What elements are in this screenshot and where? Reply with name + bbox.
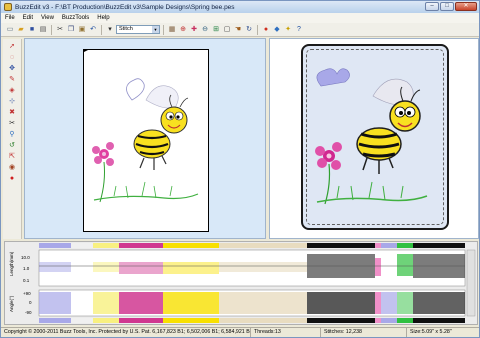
- grass-blades: [113, 181, 173, 199]
- stitch-select-value: Stitch: [119, 26, 133, 32]
- status-stitches: Stitches: 12,238: [321, 328, 407, 337]
- select-arrow-icon[interactable]: ➚: [6, 41, 18, 51]
- thread-color-bar-bottom[interactable]: [39, 318, 465, 323]
- stitch-edit-pane[interactable]: [24, 38, 266, 239]
- stitch-type-select[interactable]: Stitch ▼: [116, 25, 160, 34]
- grass-blades: [336, 181, 404, 201]
- color-icon[interactable]: ●: [261, 25, 271, 35]
- print-icon[interactable]: ▤: [38, 25, 48, 35]
- main-toolbar: ▭ ▰ ■ ▤ ✂ ❐ ▣ ↶ ▾ Stitch ▼ ▦ ⊕ ✚ ⊖ ⊞ ▢ ☚…: [1, 23, 479, 37]
- maximize-button[interactable]: □: [440, 2, 454, 11]
- title-bar: BuzzEdit v3 - F:\BT Production\BuzzEdit …: [1, 1, 479, 13]
- stitch-graph-svg: Length(mm) 10.0 1.0 0.1 Angle(°) +90 0 -…: [9, 243, 476, 323]
- minimize-button[interactable]: –: [425, 2, 439, 11]
- toolbar-separator: [257, 24, 258, 35]
- scale-icon[interactable]: ⇱: [6, 151, 18, 161]
- pan-icon[interactable]: ✚: [189, 25, 199, 35]
- angle-data-bands: [39, 292, 465, 314]
- pink-flower: [315, 142, 342, 170]
- node-icon[interactable]: ◈: [6, 85, 18, 95]
- rotate-icon[interactable]: ↺: [6, 140, 18, 150]
- color-dot-icon[interactable]: ●: [6, 173, 18, 183]
- design-stitch-view: [82, 46, 199, 203]
- window-title: BuzzEdit v3 - F:\BT Production\BuzzEdit …: [15, 3, 235, 11]
- menu-help[interactable]: Help: [97, 15, 109, 21]
- flower-stem: [99, 161, 105, 203]
- design-hoop-outline[interactable]: [82, 46, 209, 232]
- fit-icon[interactable]: ⊞: [211, 25, 221, 35]
- trim-icon[interactable]: ✂: [6, 118, 18, 128]
- insert-icon[interactable]: ⊹: [6, 96, 18, 106]
- status-bar: Copyright © 2000-2011 Buzz Tools, Inc. P…: [1, 327, 479, 337]
- app-window: BuzzEdit v3 - F:\BT Production\BuzzEdit …: [0, 0, 480, 338]
- length-tick-10: 10.0: [21, 255, 30, 260]
- grass-line: [316, 195, 428, 203]
- preview-hoop: [301, 44, 449, 230]
- grid-icon[interactable]: ▦: [167, 25, 177, 35]
- move-icon[interactable]: ✥: [6, 63, 18, 73]
- angle-tick-minus90: -90: [25, 310, 32, 315]
- help-icon[interactable]: ?: [294, 25, 304, 35]
- app-icon: [4, 3, 12, 11]
- status-threads: Threads:13: [251, 328, 321, 337]
- toolbar-separator: [51, 24, 52, 35]
- new-file-icon[interactable]: ▭: [5, 25, 15, 35]
- length-axis-label: Length(mm): [9, 251, 14, 276]
- toolbar-separator: [163, 24, 164, 35]
- design-preview-render: [315, 68, 428, 205]
- magnify-icon[interactable]: ⚲: [6, 129, 18, 139]
- cut-icon[interactable]: ✂: [55, 25, 65, 35]
- copy-icon[interactable]: ❐: [66, 25, 76, 35]
- lasso-icon[interactable]: ◌: [6, 52, 18, 62]
- angle-tick-plus90: +90: [23, 291, 31, 296]
- close-button[interactable]: ✕: [455, 2, 477, 11]
- angle-axis-label: Angle(°): [9, 295, 14, 312]
- paste-icon[interactable]: ▣: [77, 25, 87, 35]
- hand-icon[interactable]: ☚: [233, 25, 243, 35]
- origin-marker-icon: [82, 46, 88, 52]
- stitch-edit-icon[interactable]: ✎: [6, 74, 18, 84]
- redraw-icon[interactable]: ↻: [244, 25, 254, 35]
- length-tick-01: 0.1: [23, 278, 30, 283]
- toolbar-separator: [101, 24, 102, 35]
- angle-tick-0: 0: [29, 300, 32, 305]
- pink-flower: [92, 142, 114, 166]
- bee-icon[interactable]: ✦: [283, 25, 293, 35]
- cloud-shape: [316, 68, 350, 87]
- bee-head: [160, 106, 188, 134]
- left-toolbox: ➚ ◌ ✥ ✎ ◈ ⊹ ✖ ✂ ⚲ ↺ ⇱ ◉ ●: [3, 39, 22, 239]
- flower-stem: [324, 163, 331, 205]
- length-tick-1: 1.0: [23, 266, 30, 271]
- thread-color-bar-top[interactable]: [39, 243, 465, 248]
- menu-buzztools[interactable]: BuzzTools: [62, 15, 89, 21]
- status-size: Size:5.09" x 5.28": [410, 329, 452, 335]
- dropdown-icon[interactable]: ▾: [105, 25, 115, 35]
- wing-shape: [145, 85, 179, 109]
- zoom-in-icon[interactable]: ⊕: [178, 25, 188, 35]
- stitch-graph-panel[interactable]: Length(mm) 10.0 1.0 0.1 Angle(°) +90 0 -…: [4, 241, 478, 325]
- window-controls: – □ ✕: [425, 2, 477, 11]
- menu-view[interactable]: View: [41, 15, 54, 21]
- status-copyright: Copyright © 2000-2011 Buzz Tools, Inc. P…: [1, 328, 251, 337]
- zoom-out-icon[interactable]: ⊖: [200, 25, 210, 35]
- save-icon[interactable]: ■: [27, 25, 37, 35]
- thread-icon[interactable]: ◆: [272, 25, 282, 35]
- realistic-preview-pane[interactable]: [269, 38, 479, 239]
- menu-edit[interactable]: Edit: [23, 15, 33, 21]
- open-folder-icon[interactable]: ▰: [16, 25, 26, 35]
- undo-icon[interactable]: ↶: [88, 25, 98, 35]
- thread-spool-icon[interactable]: ◉: [6, 162, 18, 172]
- chevron-down-icon: ▼: [152, 26, 159, 33]
- hoop-icon[interactable]: ▢: [222, 25, 232, 35]
- graph-scrollbar[interactable]: [466, 249, 476, 317]
- menu-bar: File Edit View BuzzTools Help: [1, 13, 479, 23]
- delete-icon[interactable]: ✖: [6, 107, 18, 117]
- cloud-outline: [126, 78, 145, 101]
- grass-line: [93, 193, 199, 201]
- menu-file[interactable]: File: [5, 15, 15, 21]
